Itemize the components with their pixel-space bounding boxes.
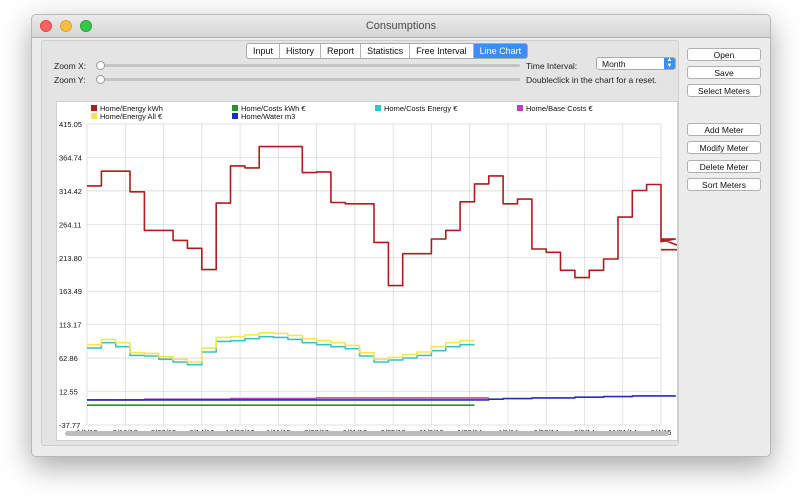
title-bar: Consumptions bbox=[32, 15, 770, 38]
time-interval-label: Time Interval: bbox=[526, 61, 578, 71]
reset-hint: Doubleclick in the chart for a reset. bbox=[526, 75, 657, 85]
legend-label-4: Home/Costs Energy € bbox=[384, 104, 458, 113]
window-title: Consumptions bbox=[365, 20, 437, 32]
line-chart[interactable]: Home/Energy kWh Home/Energy All € Home/Cos… bbox=[56, 101, 678, 441]
zoom-x-slider[interactable] bbox=[100, 64, 520, 67]
app-window: Consumptions Input History Report Statis… bbox=[31, 14, 771, 457]
save-button[interactable]: Save bbox=[687, 66, 761, 79]
sort-meters-button[interactable]: Sort Meters bbox=[687, 178, 761, 191]
legend-swatch-5 bbox=[517, 105, 523, 111]
tab-line-chart[interactable]: Line Chart bbox=[473, 44, 528, 58]
series-line-0 bbox=[87, 145, 677, 287]
tab-statistics[interactable]: Statistics bbox=[361, 44, 411, 58]
series-line-4 bbox=[87, 335, 475, 366]
open-button[interactable]: Open bbox=[687, 48, 761, 61]
legend-swatch-3 bbox=[232, 113, 238, 119]
y-tick-label-7: 62.86 bbox=[59, 354, 78, 363]
legend-swatch-2 bbox=[232, 105, 238, 111]
y-tick-label-3: 264.11 bbox=[59, 220, 81, 229]
time-interval-value: Month bbox=[602, 59, 626, 69]
tab-report[interactable]: Report bbox=[321, 44, 362, 58]
zoom-y-slider-knob[interactable] bbox=[96, 75, 105, 84]
zoom-x-label: Zoom X: bbox=[54, 61, 87, 71]
y-tick-label-1: 364.74 bbox=[59, 153, 82, 162]
legend-label-3: Home/Water m3 bbox=[241, 112, 295, 121]
zoom-y-label: Zoom Y: bbox=[54, 75, 86, 85]
legend-label-5: Home/Base Costs € bbox=[526, 104, 594, 113]
time-interval-select[interactable]: Month ▲ ▼ bbox=[596, 57, 676, 70]
y-tick-label-0: 415.05 bbox=[59, 120, 82, 129]
line-chart-svg: Home/Energy kWhHome/Energy All €Home/Cos… bbox=[59, 104, 677, 437]
delete-meter-button[interactable]: Delete Meter bbox=[687, 160, 761, 173]
y-tick-label-6: 113.17 bbox=[59, 321, 81, 330]
zoom-y-slider[interactable] bbox=[100, 78, 520, 81]
select-arrows-icon: ▲ ▼ bbox=[664, 57, 675, 69]
main-panel: Input History Report Statistics Free Int… bbox=[41, 40, 679, 446]
add-meter-button[interactable]: Add Meter bbox=[687, 123, 761, 136]
tab-input[interactable]: Input bbox=[247, 44, 281, 58]
select-meters-button[interactable]: Select Meters bbox=[687, 84, 761, 97]
legend-swatch-0 bbox=[91, 105, 97, 111]
tab-free-interval[interactable]: Free Interval bbox=[410, 44, 474, 58]
legend-swatch-4 bbox=[375, 105, 381, 111]
y-tick-label-4: 213.80 bbox=[59, 254, 82, 263]
tab-bar: Input History Report Statistics Free Int… bbox=[246, 43, 529, 59]
y-tick-label-8: 12.55 bbox=[59, 388, 78, 397]
zoom-x-slider-knob[interactable] bbox=[96, 61, 105, 70]
legend-swatch-1 bbox=[91, 113, 97, 119]
tab-history[interactable]: History bbox=[280, 44, 322, 58]
chart-horizontal-scrollbar[interactable] bbox=[65, 431, 669, 436]
modify-meter-button[interactable]: Modify Meter bbox=[687, 141, 761, 154]
y-tick-label-2: 314.42 bbox=[59, 187, 82, 196]
y-tick-label-5: 163.49 bbox=[59, 287, 82, 296]
legend-label-1: Home/Energy All € bbox=[100, 112, 163, 121]
